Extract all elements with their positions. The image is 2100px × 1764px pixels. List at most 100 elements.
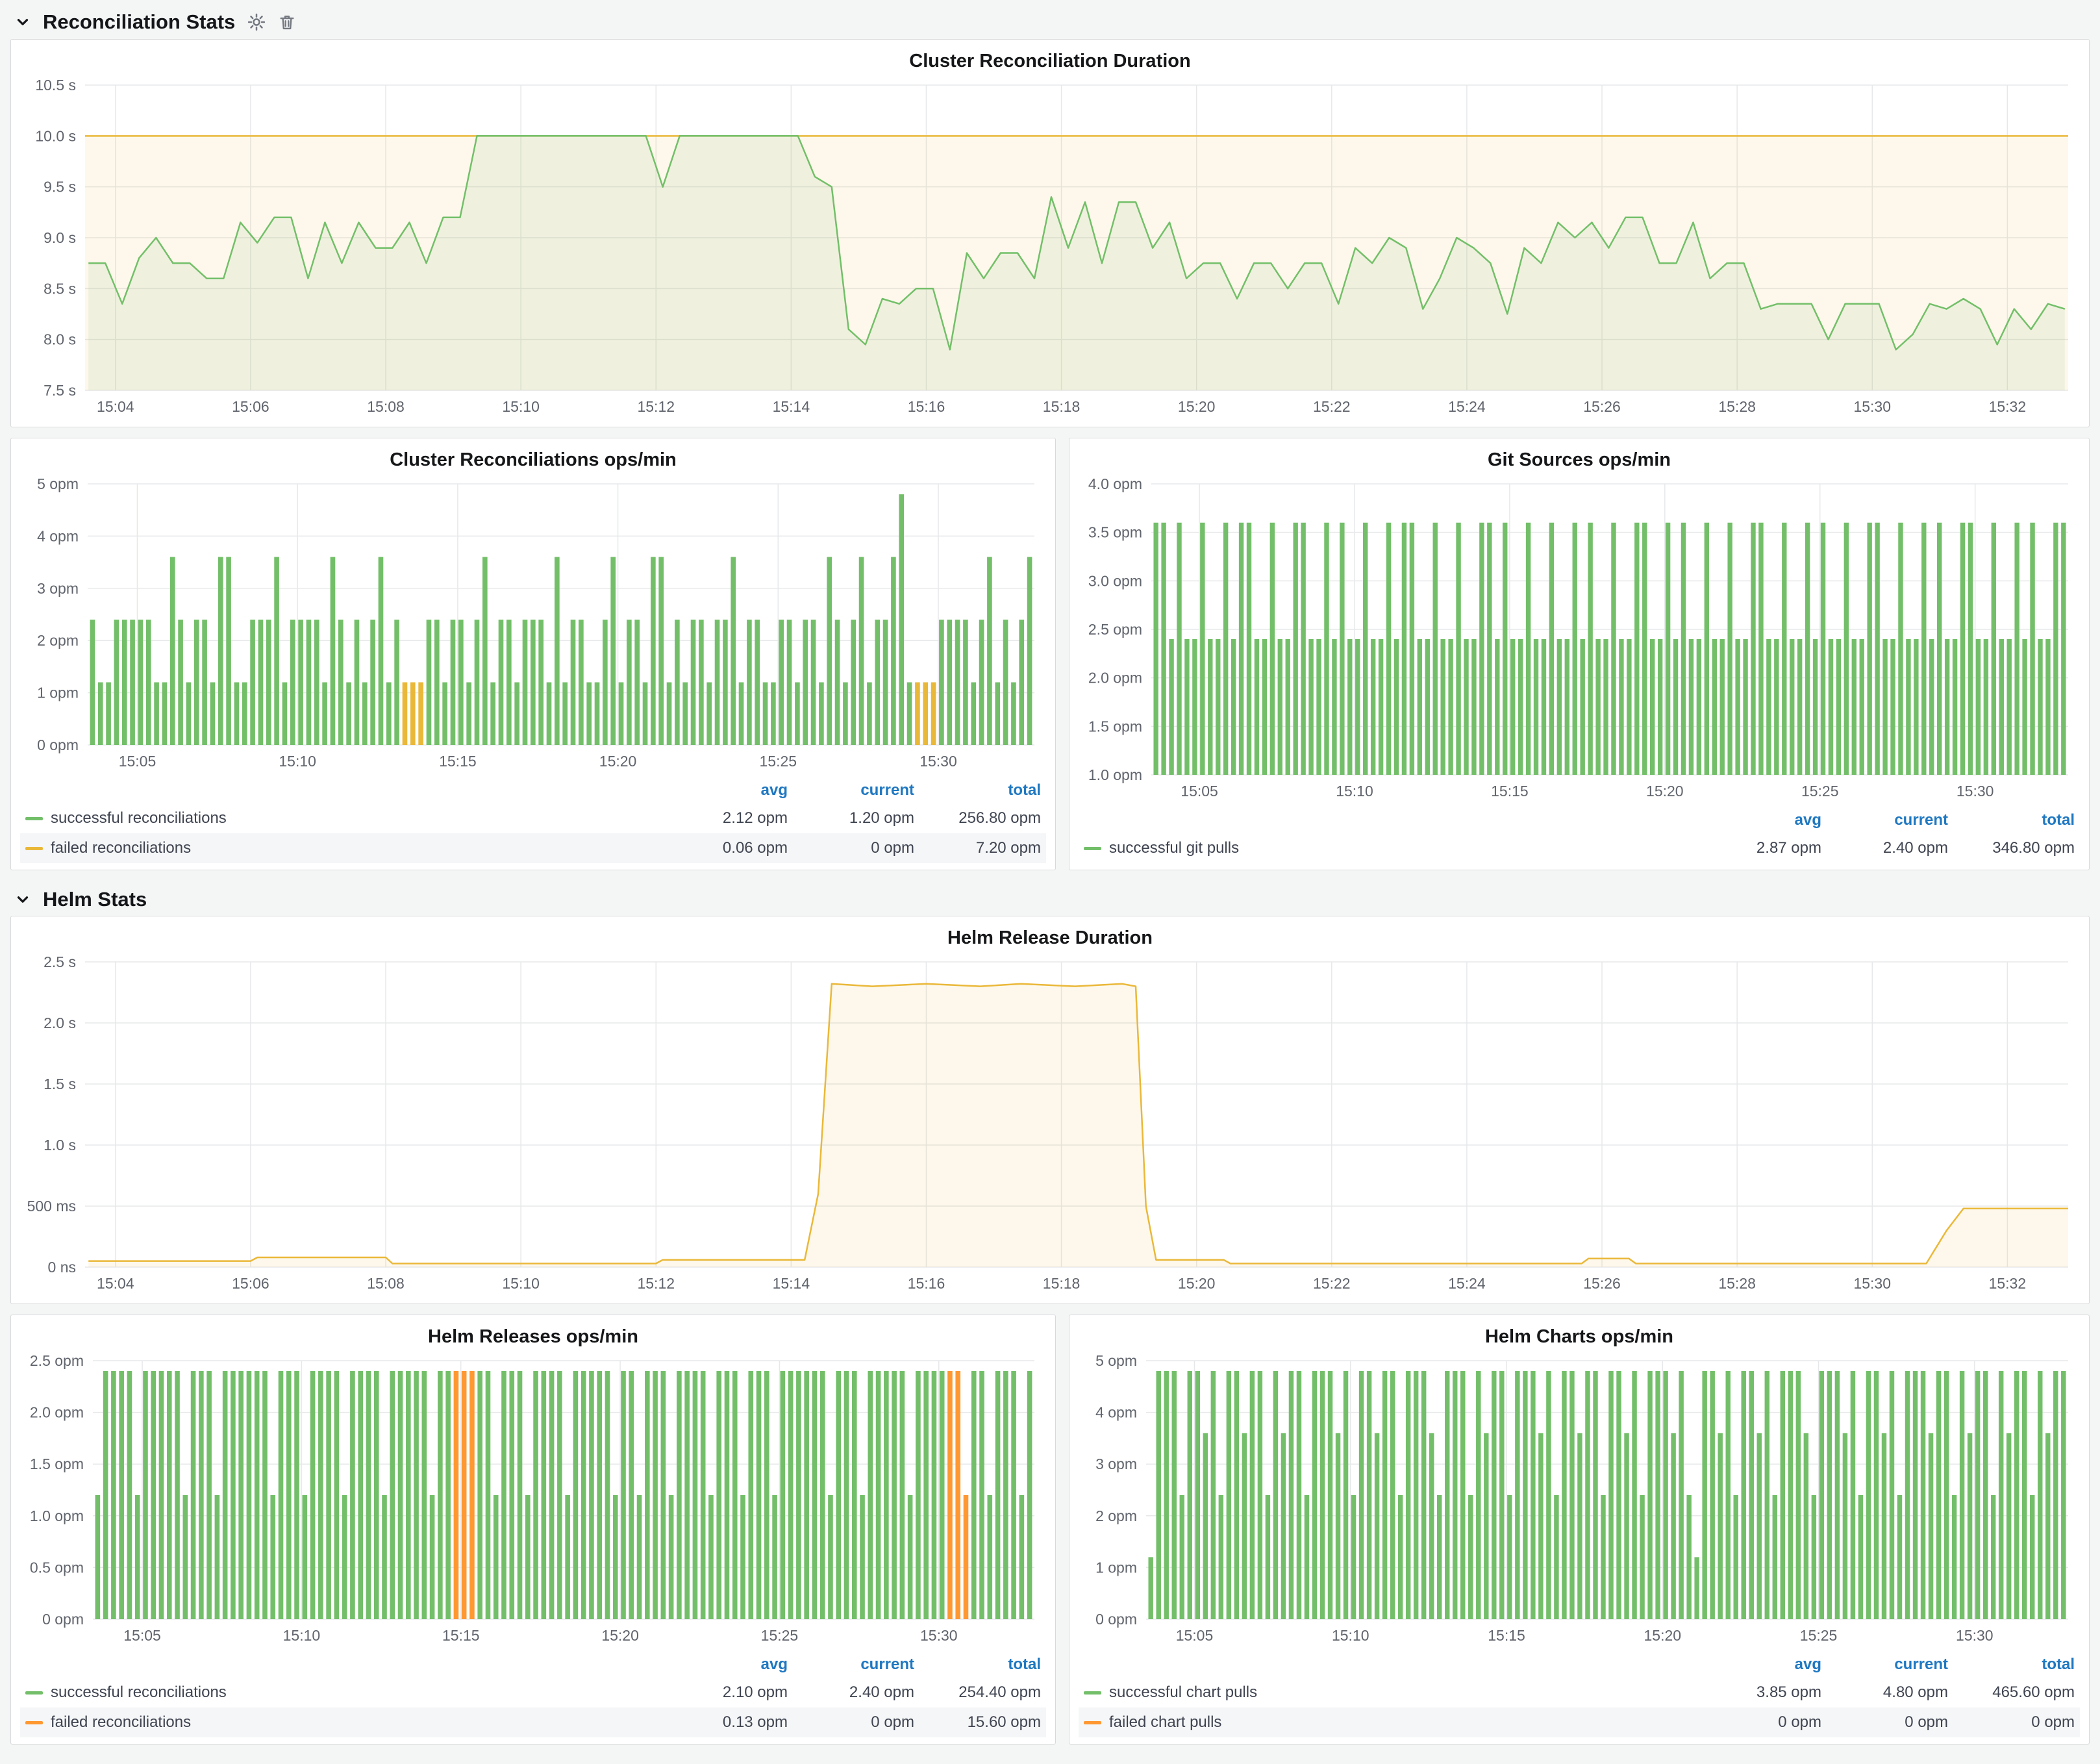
- svg-text:2.0 opm: 2.0 opm: [1088, 670, 1142, 687]
- legend-row: successful git pulls2.87 opm2.40 opm346.…: [1079, 833, 2080, 863]
- svg-text:15:25: 15:25: [761, 1627, 799, 1644]
- svg-text:4.0 opm: 4.0 opm: [1088, 475, 1142, 492]
- svg-text:15:15: 15:15: [1488, 1627, 1525, 1644]
- svg-text:15:12: 15:12: [637, 398, 675, 415]
- svg-text:15:25: 15:25: [1800, 1627, 1838, 1644]
- svg-text:1.0 opm: 1.0 opm: [1088, 766, 1142, 783]
- time-series-chart[interactable]: 10.5 s10.0 s9.5 s9.0 s8.5 s8.0 s7.5 s15:…: [20, 76, 2080, 420]
- bar-chart[interactable]: 4.0 opm3.5 opm3.0 opm2.5 opm2.0 opm1.5 o…: [1079, 475, 2080, 805]
- legend-value: 465.60 opm: [1948, 1683, 2075, 1702]
- legend-value: 2.40 opm: [788, 1683, 914, 1702]
- series-color-dash: [1084, 1721, 1101, 1724]
- svg-text:8.0 s: 8.0 s: [44, 331, 76, 348]
- bar-chart[interactable]: 5 opm4 opm3 opm2 opm1 opm0 opm15:0515:10…: [20, 475, 1046, 775]
- panel-cluster-reconciliation-duration: Cluster Reconciliation Duration 10.5 s10…: [10, 39, 2090, 427]
- legend-header-row: avgcurrenttotal: [1079, 1652, 2080, 1678]
- legend-value: 254.40 opm: [914, 1683, 1041, 1702]
- panel-git-sources: Git Sources ops/min 4.0 opm3.5 opm3.0 op…: [1069, 438, 2090, 870]
- svg-text:4 opm: 4 opm: [37, 527, 79, 544]
- legend-sort-avg[interactable]: avg: [661, 781, 788, 800]
- svg-text:15:10: 15:10: [1332, 1627, 1369, 1644]
- svg-text:15:26: 15:26: [1583, 1275, 1621, 1292]
- svg-text:2.5 opm: 2.5 opm: [1088, 621, 1142, 638]
- svg-text:15:24: 15:24: [1448, 398, 1486, 415]
- svg-text:15:14: 15:14: [773, 1275, 810, 1292]
- svg-text:15:20: 15:20: [1646, 783, 1684, 800]
- legend-value: 1.20 opm: [788, 809, 914, 827]
- chevron-down-icon[interactable]: [14, 891, 31, 908]
- svg-text:15:20: 15:20: [601, 1627, 639, 1644]
- series-color-dash: [25, 817, 43, 820]
- legend-series-name[interactable]: failed chart pulls: [1084, 1713, 1695, 1732]
- panel-title[interactable]: Cluster Reconciliations ops/min: [20, 447, 1046, 475]
- legend-series-name[interactable]: failed reconciliations: [25, 839, 661, 857]
- svg-text:15:26: 15:26: [1583, 398, 1621, 415]
- legend-series-name[interactable]: failed reconciliations: [25, 1713, 661, 1732]
- legend-value: 2.40 opm: [1821, 839, 1948, 857]
- panel-title[interactable]: Git Sources ops/min: [1079, 447, 2080, 475]
- legend-row: successful chart pulls3.85 opm4.80 opm46…: [1079, 1678, 2080, 1707]
- legend-sort-total[interactable]: total: [914, 781, 1041, 800]
- section-header-helm-stats: Helm Stats: [10, 883, 2090, 916]
- svg-text:15:10: 15:10: [279, 753, 316, 770]
- panel-title[interactable]: Helm Charts ops/min: [1079, 1324, 2080, 1352]
- svg-text:15:15: 15:15: [442, 1627, 480, 1644]
- svg-text:15:05: 15:05: [119, 753, 156, 770]
- svg-text:1.0 s: 1.0 s: [44, 1137, 76, 1153]
- svg-text:15:06: 15:06: [232, 1275, 269, 1292]
- legend-series-name[interactable]: successful git pulls: [1084, 839, 1695, 857]
- legend-value: 2.10 opm: [661, 1683, 788, 1702]
- chevron-down-icon[interactable]: [14, 14, 31, 31]
- legend-value: 0 opm: [1821, 1713, 1948, 1732]
- legend-series-name[interactable]: successful reconciliations: [25, 1683, 661, 1702]
- legend-sort-current[interactable]: current: [788, 781, 914, 800]
- legend-sort-total[interactable]: total: [914, 1656, 1041, 1674]
- chart-svg: 2.5 opm2.0 opm1.5 opm1.0 opm0.5 opm0 opm…: [20, 1352, 1046, 1649]
- legend-series-name[interactable]: successful reconciliations: [25, 809, 661, 827]
- section-title[interactable]: Helm Stats: [43, 888, 147, 911]
- trash-icon[interactable]: [278, 13, 296, 31]
- svg-text:15:16: 15:16: [908, 398, 945, 415]
- gear-icon[interactable]: [247, 12, 266, 32]
- svg-text:15:24: 15:24: [1448, 1275, 1486, 1292]
- panel-title[interactable]: Helm Releases ops/min: [20, 1324, 1046, 1352]
- svg-text:1 opm: 1 opm: [37, 685, 79, 701]
- legend-sort-current[interactable]: current: [788, 1656, 914, 1674]
- svg-text:7.5 s: 7.5 s: [44, 382, 76, 399]
- svg-text:1.0 opm: 1.0 opm: [30, 1507, 84, 1524]
- panel-title[interactable]: Helm Release Duration: [20, 926, 2080, 953]
- svg-text:0 opm: 0 opm: [42, 1611, 84, 1628]
- legend-row: failed reconciliations0.06 opm0 opm7.20 …: [20, 833, 1046, 863]
- series-color-dash: [1084, 847, 1101, 850]
- legend-sort-avg[interactable]: avg: [1695, 1656, 1821, 1674]
- bar-chart[interactable]: 5 opm4 opm3 opm2 opm1 opm0 opm15:0515:10…: [1079, 1352, 2080, 1649]
- legend-sort-total[interactable]: total: [1948, 811, 2075, 829]
- time-series-chart[interactable]: 2.5 s2.0 s1.5 s1.0 s500 ms0 ns15:0415:06…: [20, 953, 2080, 1297]
- svg-text:15:12: 15:12: [637, 1275, 675, 1292]
- svg-text:15:30: 15:30: [1956, 783, 1994, 800]
- panel-title[interactable]: Cluster Reconciliation Duration: [20, 49, 2080, 76]
- svg-text:1.5 opm: 1.5 opm: [1088, 718, 1142, 735]
- svg-text:2.0 s: 2.0 s: [44, 1014, 76, 1031]
- legend-value: 0.06 opm: [661, 839, 788, 857]
- legend-value: 4.80 opm: [1821, 1683, 1948, 1702]
- legend-sort-avg[interactable]: avg: [661, 1656, 788, 1674]
- svg-text:15:08: 15:08: [367, 1275, 405, 1292]
- chart-svg: 5 opm4 opm3 opm2 opm1 opm0 opm15:0515:10…: [20, 475, 1046, 775]
- panel-row: Cluster Reconciliations ops/min 5 opm4 o…: [10, 438, 2090, 870]
- legend-value: 2.12 opm: [661, 809, 788, 827]
- legend-value: 346.80 opm: [1948, 839, 2075, 857]
- svg-text:500 ms: 500 ms: [27, 1198, 76, 1215]
- svg-text:15:32: 15:32: [1989, 1275, 2027, 1292]
- legend-sort-current[interactable]: current: [1821, 1656, 1948, 1674]
- bar-chart[interactable]: 2.5 opm2.0 opm1.5 opm1.0 opm0.5 opm0 opm…: [20, 1352, 1046, 1649]
- svg-text:15:05: 15:05: [1181, 783, 1218, 800]
- section-title[interactable]: Reconciliation Stats: [43, 10, 235, 34]
- legend-sort-avg[interactable]: avg: [1695, 811, 1821, 829]
- chart-svg: 2.5 s2.0 s1.5 s1.0 s500 ms0 ns15:0415:06…: [20, 953, 2080, 1297]
- svg-text:15:30: 15:30: [919, 753, 957, 770]
- legend-sort-current[interactable]: current: [1821, 811, 1948, 829]
- svg-text:1 opm: 1 opm: [1095, 1559, 1137, 1576]
- legend-sort-total[interactable]: total: [1948, 1656, 2075, 1674]
- legend-series-name[interactable]: successful chart pulls: [1084, 1683, 1695, 1702]
